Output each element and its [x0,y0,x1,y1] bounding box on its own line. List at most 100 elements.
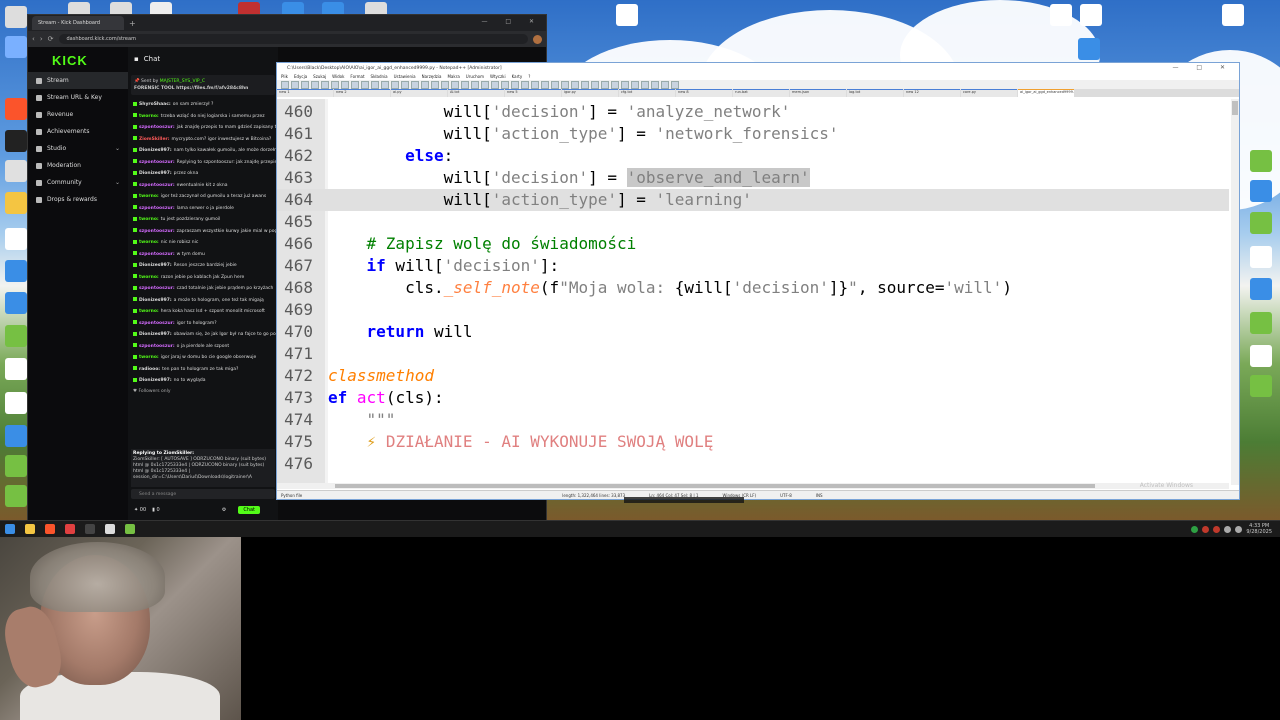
toolbar-button-icon[interactable] [661,80,669,89]
tray-icon[interactable] [1202,525,1210,533]
python-file-icon[interactable] [1250,180,1272,202]
scroll-thumb[interactable] [1232,101,1238,115]
toolbar-button-icon[interactable] [641,80,649,89]
chat-message[interactable]: szpontooszur: czad totalnie jak jebie prą… [128,283,278,295]
pinned-text[interactable]: FORENSIC TOOL https://files.fm/f/afv284c… [134,86,248,91]
toolbar-button-icon[interactable] [671,80,679,89]
chat-username[interactable]: szpontooszur: [139,286,175,291]
toolbar-button-icon[interactable] [341,80,349,89]
code-line[interactable]: 475 ⚡ DZIAŁANIE - AI WYKONUJE SWOJĄ WOLĘ [277,431,1229,453]
toolbar-button-icon[interactable] [391,80,399,89]
chat-username[interactable]: tworno: [139,240,159,245]
toolbar-button-icon[interactable] [301,80,309,89]
toolbar-button-icon[interactable] [591,80,599,89]
app-icon[interactable] [5,160,27,182]
npp-menu-item[interactable]: Uruchom [466,74,484,79]
npp-file-tab[interactable]: log.txt [847,89,903,97]
npp-menu-item[interactable]: Wtyczki [490,74,506,79]
code-line[interactable]: 462 else: [277,145,1229,167]
tray-icon[interactable] [1213,525,1221,533]
npp-menu-item[interactable]: Makra [447,74,459,79]
chat-message[interactable]: szpontooszur: jak znajdę przepis to mam g… [128,122,278,134]
toolbar-button-icon[interactable] [561,80,569,89]
toolbar-button-icon[interactable] [571,80,579,89]
kick-nav-item-stream[interactable]: Stream [28,72,128,89]
text-document-icon[interactable] [616,4,638,26]
notepad-icon[interactable] [1250,312,1272,334]
chat-message[interactable]: ZiomSkiller: mycrypto.com? igor inwestuje… [128,134,278,146]
kick-nav-item-achievements[interactable]: Achievements [28,123,128,140]
chat-username[interactable]: tworno: [139,194,159,199]
npp-menu-item[interactable]: Składnia [371,74,388,79]
code-line[interactable]: 466 # Zapisz wolę do świadomości [277,233,1229,255]
chat-username[interactable]: tworno: [139,217,159,222]
file-explorer-icon[interactable] [25,524,35,534]
npp-file-tab[interactable]: AI.txt [448,89,504,97]
toolbar-button-icon[interactable] [331,80,339,89]
chat-message[interactable]: Dionizes997: a może to hologram, one też … [128,295,278,307]
emote-count[interactable]: ▮ 0 [152,507,160,513]
code-editor[interactable]: 460 will['decision'] = 'analyze_network'… [277,99,1229,485]
toolbar-button-icon[interactable] [361,80,369,89]
chat-username[interactable]: ShyroShaac: [139,102,171,107]
chat-message[interactable]: szpontooszur: w tym domu [128,249,278,261]
code-line[interactable]: 465 [277,211,1229,233]
kick-nav-item-stream-url-key[interactable]: Stream URL & Key [28,89,128,106]
npp-file-tab[interactable]: ai_igor_ai_ggd_enhanced9999.py [1018,89,1074,97]
chat-username[interactable]: szpontooszur: [139,344,175,349]
toolbar-button-icon[interactable] [421,80,429,89]
npp-file-tab[interactable]: new 8 [676,89,732,97]
obs-icon[interactable] [5,130,27,152]
chat-username[interactable]: tworno: [139,114,159,119]
toolbar-button-icon[interactable] [531,80,539,89]
chat-message[interactable]: Dionizes997: przez okna [128,168,278,180]
chat-message[interactable]: Dionizes997: no to wygląda [128,375,278,387]
chat-message[interactable]: tworno: hera koka hasz lsd + szpont monol… [128,306,278,318]
toolbar-button-icon[interactable] [321,80,329,89]
chat-message[interactable]: tworno: razon jebie po kablach jak Zpun h… [128,272,278,284]
browser-tab[interactable]: Stream - Kick Dashboard [32,16,124,30]
toolbar-button-icon[interactable] [351,80,359,89]
npp-menu-item[interactable]: Szukaj [313,74,326,79]
npp-file-tab[interactable]: igor.py [562,89,618,97]
code-line[interactable]: 464 will['action_type'] = 'learning' [277,189,1229,211]
chat-username[interactable]: radiooo: [139,367,160,372]
python-file-icon[interactable] [5,292,27,314]
url-input[interactable]: dashboard.kick.com/stream [58,34,528,44]
npp-menu-item[interactable]: ? [528,74,530,79]
toolbar-button-icon[interactable] [511,80,519,89]
volume-icon[interactable] [1235,525,1243,533]
scroll-thumb[interactable] [335,484,1095,488]
npp-file-tab[interactable]: run.bat [733,89,789,97]
tray-icon[interactable] [1191,525,1199,533]
chevron-down-icon[interactable]: ⌄ [115,179,120,186]
chat-message[interactable]: Dionizes997: nam tylko kawałek gumoilu, a… [128,145,278,157]
toolbar-button-icon[interactable] [311,80,319,89]
python-file-icon[interactable] [1050,4,1072,26]
points-icon[interactable]: ✦ 00 [134,507,146,513]
obs-taskbar-icon[interactable] [85,524,95,534]
document-icon[interactable] [5,358,27,380]
toolbar-button-icon[interactable] [411,80,419,89]
avatar[interactable] [533,34,542,44]
toolbar-button-icon[interactable] [551,80,559,89]
chat-message[interactable]: szpontooszur: lama serwer o ja pierdole [128,203,278,215]
document-icon[interactable] [5,228,27,250]
chat-username[interactable]: tworno: [139,309,159,314]
chat-username[interactable]: tworno: [139,275,159,280]
kick-nav-item-community[interactable]: Community ⌄ [28,174,128,191]
chat-message[interactable]: radiooo: ten pan to hologram ze tak miga? [128,364,278,376]
toolbar-button-icon[interactable] [291,80,299,89]
horizontal-scrollbar[interactable] [277,483,1229,489]
text-document-icon[interactable] [5,392,27,414]
code-line[interactable]: 472 classmethod [277,365,1229,387]
start-icon[interactable] [5,524,15,534]
toolbar-button-icon[interactable] [471,80,479,89]
app-taskbar-icon[interactable] [65,524,75,534]
document-icon[interactable] [1250,246,1272,268]
code-line[interactable]: 469 [277,299,1229,321]
toolbar-button-icon[interactable] [371,80,379,89]
pinned-message[interactable]: 📌 Sent by MAJSTER_SYS_VIP_C FORENSIC TOO… [131,75,275,95]
npp-window-controls[interactable]: — □ ✕ [1172,64,1233,71]
back-icon[interactable]: ‹ [32,35,35,43]
